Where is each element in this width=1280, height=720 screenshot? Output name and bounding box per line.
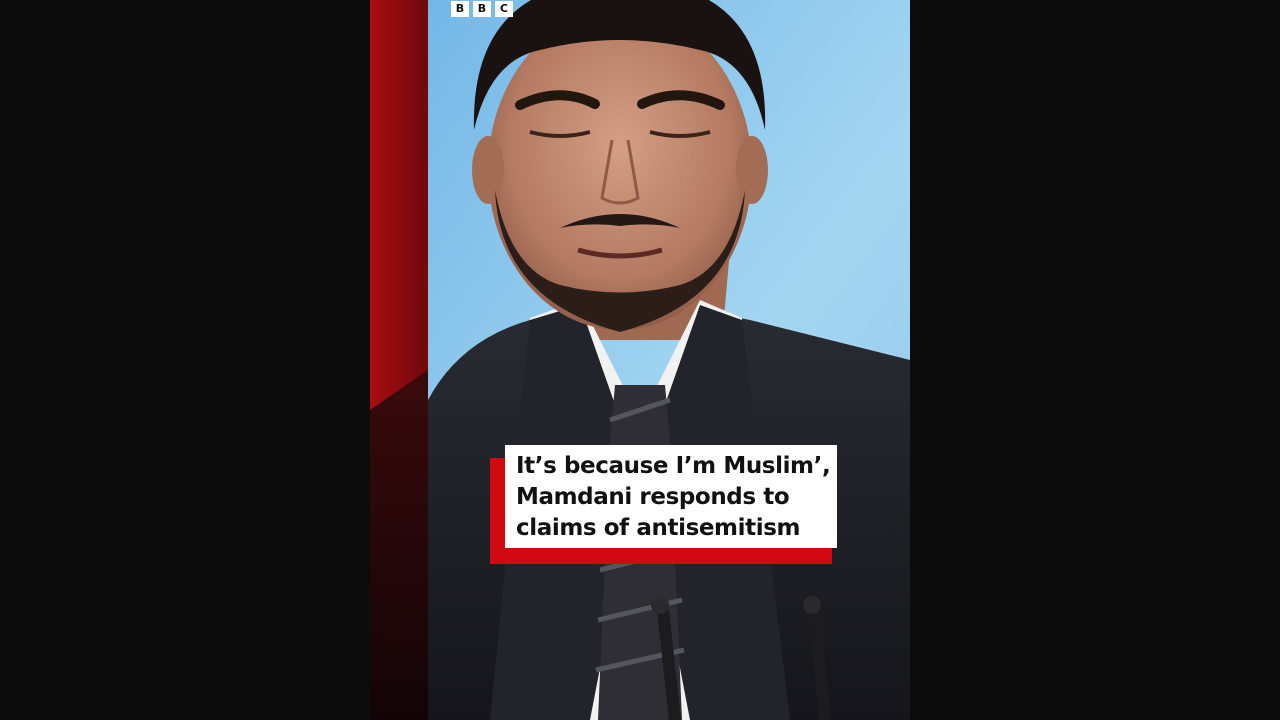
logo-letter-2: B bbox=[473, 1, 491, 17]
dark-lower-panel bbox=[370, 370, 428, 720]
headline-caption: It’s because I’m Muslim’, Mamdani respon… bbox=[505, 445, 837, 548]
video-frame[interactable] bbox=[370, 0, 910, 720]
face bbox=[488, 10, 752, 330]
caption-line-1: It’s because I’m Muslim’, bbox=[516, 453, 831, 479]
bbc-logo: B B C bbox=[451, 1, 513, 17]
red-side-panel bbox=[370, 0, 428, 410]
logo-letter-3: C bbox=[495, 1, 513, 17]
player-stage: B B C It’s because I’m Muslim’, Mamdani … bbox=[0, 0, 1280, 720]
logo-letter-1: B bbox=[451, 1, 469, 17]
caption-line-2: Mamdani responds to bbox=[516, 484, 790, 510]
caption-line-3: claims of antisemitism bbox=[516, 515, 801, 541]
speaker-scene bbox=[370, 0, 910, 720]
